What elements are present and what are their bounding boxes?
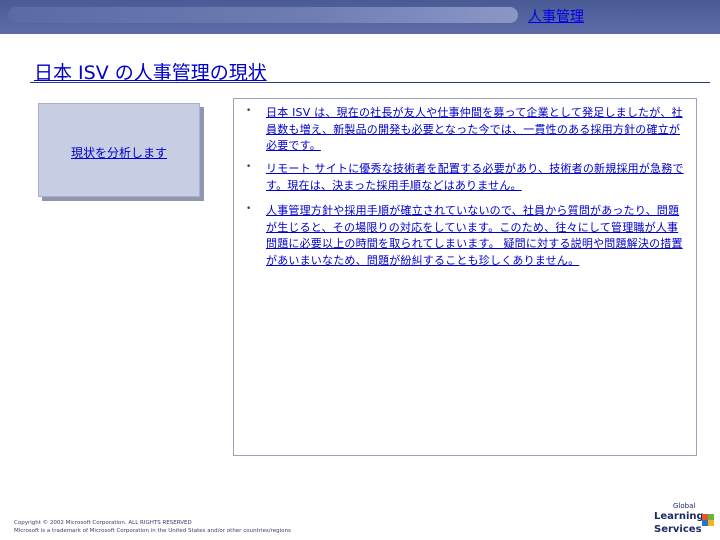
header-decoration — [8, 7, 518, 23]
logo-line-learning: Learning — [654, 511, 704, 522]
side-box-link[interactable]: 現状を分析します — [39, 144, 199, 161]
logo-line-services: Services — [654, 524, 702, 535]
header-band — [0, 0, 720, 34]
header-link[interactable]: 人事管理 — [528, 6, 584, 26]
bullet-link[interactable]: リモート サイトに優秀な技術者を配置する必要があり、技術者の新規採用が急務です。… — [266, 161, 686, 194]
global-learning-services-logo: Global Learning Services — [640, 500, 716, 538]
title-rule — [30, 82, 710, 83]
footer-copyright: Copyright © 2002 Microsoft Corporation. … — [14, 519, 291, 535]
logo-flag-icon — [702, 514, 714, 526]
bullet-link[interactable]: 日本 ISV は、現在の社長が友人や仕事仲間を募って企業として発足しましたが、社… — [266, 105, 686, 155]
bullet-link[interactable]: 人事管理方針や採用手順が確立されていないので、社員から質問があったり、問題が生じ… — [266, 203, 686, 269]
slide-title[interactable]: 日本 ISV の人事管理の現状 — [34, 58, 267, 85]
trademark-line: Microsoft is a trademark of Microsoft Co… — [14, 528, 291, 534]
copyright-line: Copyright © 2002 Microsoft Corporation. … — [14, 520, 192, 526]
side-box: 現状を分析します — [38, 103, 200, 197]
bullet-marker: • — [246, 106, 252, 116]
content-box: • 日本 ISV は、現在の社長が友人や仕事仲間を募って企業として発足しましたが… — [233, 98, 697, 456]
logo-line-global: Global — [673, 502, 696, 510]
bullet-marker: • — [246, 162, 252, 172]
bullet-marker: • — [246, 204, 252, 214]
